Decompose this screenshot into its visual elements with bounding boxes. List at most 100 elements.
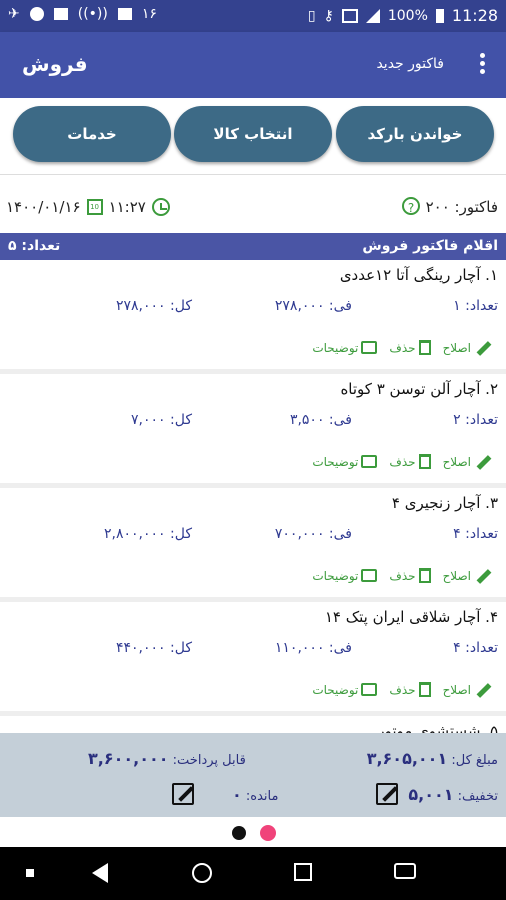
navigation-bar xyxy=(0,847,506,900)
clock-icon[interactable] xyxy=(151,198,170,216)
list-item[interactable]: ۲. آچار آلن توسن ۳ کوتاه تعداد: ۲ فی: ۳,… xyxy=(0,374,506,483)
home-icon[interactable] xyxy=(192,863,212,883)
notes-button[interactable]: توضیحات xyxy=(312,341,378,355)
item-total: کل: ۴۴۰,۰۰۰ xyxy=(115,640,192,656)
wifi-notification-icon: ((•)) xyxy=(77,6,108,22)
remaining-amount: مانده: ۰ xyxy=(232,785,279,804)
recents-icon[interactable] xyxy=(294,863,312,881)
edit-button[interactable]: اصلاح xyxy=(443,683,490,697)
help-icon[interactable]: ? xyxy=(402,197,420,215)
item-name: ۵. شستشوی موتور xyxy=(377,722,498,733)
trash-icon xyxy=(418,454,431,469)
pencil-icon xyxy=(474,683,490,697)
trash-icon xyxy=(418,568,431,583)
list-item[interactable]: ۱. آچار رینگی آتا ۱۲عددی تعداد: ۱ فی: ۲۷… xyxy=(0,260,506,369)
item-actions: اصلاح حذف توضیحات xyxy=(312,682,490,697)
app-title: فروش xyxy=(22,52,88,76)
switch-app-icon[interactable] xyxy=(394,863,416,879)
item-actions: اصلاح حذف توضیحات xyxy=(312,340,490,355)
delete-button[interactable]: حذف xyxy=(389,568,431,583)
total-amount: مبلغ کل: ۳,۶۰۵,۰۰۱ xyxy=(366,749,498,768)
new-invoice-button[interactable]: فاکتور جدید xyxy=(376,56,444,72)
list-item[interactable]: ۴. آچار شلاقی ایران پتک ۱۴ تعداد: ۴ فی: … xyxy=(0,602,506,711)
invoice-time: ۱۱:۲۷ xyxy=(108,198,146,216)
item-name: ۲. آچار آلن توسن ۳ کوتاه xyxy=(340,380,498,398)
edit-button[interactable]: اصلاح xyxy=(443,455,490,469)
services-button[interactable]: خدمات xyxy=(13,106,171,162)
pencil-icon xyxy=(474,455,490,469)
page-dot-active[interactable] xyxy=(260,825,276,841)
delete-button[interactable]: حذف xyxy=(389,454,431,469)
edit-remaining-icon[interactable] xyxy=(172,783,194,805)
discount-amount: تخفیف: ۵,۰۰۱ xyxy=(408,785,498,804)
chart-notification-icon xyxy=(117,8,132,20)
signal-icon xyxy=(365,8,380,23)
calendar-icon[interactable]: 10 xyxy=(86,199,103,215)
status-bar: ✈ ((•)) ۱۶ ▯ ⚷ 100% 11:28 xyxy=(0,0,506,32)
item-total: کل: ۲۷۸,۰۰۰ xyxy=(115,298,192,314)
invoice-date: ۱۴۰۰/۰۱/۱۶ xyxy=(6,198,81,216)
status-number: ۱۶ xyxy=(141,6,157,22)
clock-text: 11:28 xyxy=(451,6,498,25)
battery-icon xyxy=(435,8,444,23)
item-price: فی: ۲۷۸,۰۰۰ xyxy=(274,298,352,314)
payable-amount: قابل پرداخت: ۳,۶۰۰,۰۰۰ xyxy=(88,749,246,768)
key-icon: ⚷ xyxy=(323,7,334,24)
vibrate-icon: ▯ xyxy=(307,7,316,24)
notes-button[interactable]: توضیحات xyxy=(312,569,378,583)
trash-icon xyxy=(418,340,431,355)
items-count: تعداد: ۵ xyxy=(8,238,61,254)
item-name: ۳. آچار زنجیری ۴ xyxy=(391,494,498,512)
item-qty: تعداد: ۴ xyxy=(453,640,498,656)
item-name: ۱. آچار رینگی آتا ۱۲عددی xyxy=(339,266,498,284)
nav-menu-icon[interactable] xyxy=(26,869,34,877)
item-qty: تعداد: ۴ xyxy=(453,526,498,542)
app-bar: فروش فاکتور جدید xyxy=(0,32,506,98)
overflow-menu-icon[interactable] xyxy=(476,50,488,80)
item-price: فی: ۷۰۰,۰۰۰ xyxy=(274,526,352,542)
invoice-items-list[interactable]: ۱. آچار رینگی آتا ۱۲عددی تعداد: ۱ فی: ۲۷… xyxy=(0,260,506,733)
comment-icon xyxy=(361,683,378,696)
edit-button[interactable]: اصلاح xyxy=(443,341,490,355)
status-icons-left: ✈ ((•)) ۱۶ xyxy=(8,6,157,22)
page-indicator xyxy=(0,817,506,847)
invoice-number: فاکتور: ۲۰۰ xyxy=(425,198,498,216)
delete-button[interactable]: حذف xyxy=(389,682,431,697)
read-barcode-button[interactable]: خواندن بارکد xyxy=(336,106,494,162)
status-icons-right: ▯ ⚷ 100% 11:28 xyxy=(308,6,498,25)
pencil-icon xyxy=(474,341,490,355)
back-icon[interactable] xyxy=(92,863,108,883)
item-price: فی: ۳,۵۰۰ xyxy=(289,412,352,428)
totals-footer: مبلغ کل: ۳,۶۰۵,۰۰۱ قابل پرداخت: ۳,۶۰۰,۰۰… xyxy=(0,733,506,817)
page-dot-inactive[interactable] xyxy=(232,826,246,840)
wifi-off-icon xyxy=(341,8,358,23)
action-buttons-bar: خواندن بارکد انتخاب کالا خدمات xyxy=(0,98,506,175)
delete-button[interactable]: حذف xyxy=(389,340,431,355)
battery-text: 100% xyxy=(387,7,428,24)
select-goods-button[interactable]: انتخاب کالا xyxy=(174,106,332,162)
circle-notification-icon xyxy=(29,7,44,21)
notes-button[interactable]: توضیحات xyxy=(312,455,378,469)
edit-discount-icon[interactable] xyxy=(376,783,398,805)
date-time: ۱۴۰۰/۰۱/۱۶ 10 ۱۱:۲۷ xyxy=(6,198,170,216)
list-item[interactable]: ۳. آچار زنجیری ۴ تعداد: ۴ فی: ۷۰۰,۰۰۰ کل… xyxy=(0,488,506,597)
item-price: فی: ۱۱۰,۰۰۰ xyxy=(274,640,352,656)
pencil-icon xyxy=(474,569,490,583)
image-notification-icon xyxy=(53,8,68,20)
invoice-info-row: فاکتور: ۲۰۰ ? ۱۴۰۰/۰۱/۱۶ 10 ۱۱:۲۷ xyxy=(0,188,506,226)
item-qty: تعداد: ۱ xyxy=(453,298,498,314)
comment-icon xyxy=(361,341,378,354)
list-item[interactable]: ۵. شستشوی موتور xyxy=(0,716,506,733)
comment-icon xyxy=(361,455,378,468)
item-qty: تعداد: ۲ xyxy=(453,412,498,428)
comment-icon xyxy=(361,569,378,582)
item-total: کل: ۷,۰۰۰ xyxy=(131,412,192,428)
item-actions: اصلاح حذف توضیحات xyxy=(312,568,490,583)
trash-icon xyxy=(418,682,431,697)
edit-button[interactable]: اصلاح xyxy=(443,569,490,583)
item-actions: اصلاح حذف توضیحات xyxy=(312,454,490,469)
notes-button[interactable]: توضیحات xyxy=(312,683,378,697)
app-notification-icon: ✈ xyxy=(8,6,20,22)
item-name: ۴. آچار شلاقی ایران پتک ۱۴ xyxy=(324,608,498,626)
item-total: کل: ۲,۸۰۰,۰۰۰ xyxy=(104,526,192,542)
